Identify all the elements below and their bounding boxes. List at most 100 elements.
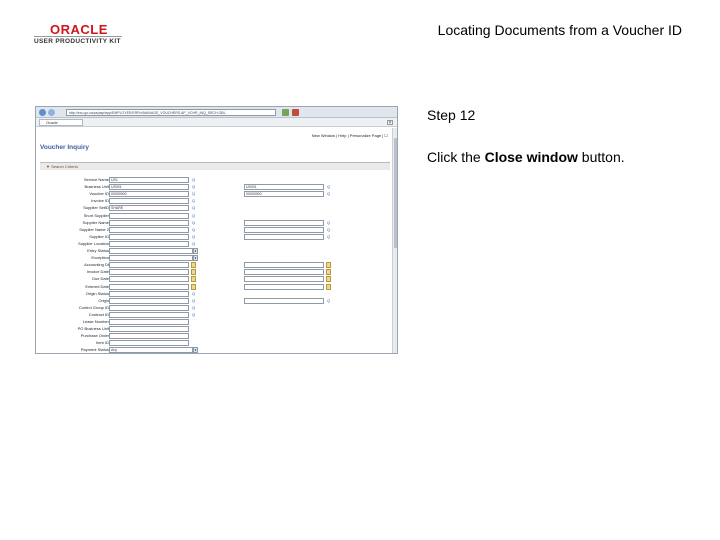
dropdown-arrow-icon[interactable]: ▾ bbox=[193, 255, 198, 262]
from-field[interactable] bbox=[109, 269, 189, 276]
lookup-icon[interactable]: Q bbox=[192, 220, 196, 226]
to-field[interactable]: 00000000 bbox=[244, 191, 324, 198]
lookup-icon[interactable]: Q bbox=[192, 191, 196, 197]
lookup-icon[interactable]: Q bbox=[192, 213, 196, 219]
field-label: Voucher ID bbox=[89, 191, 109, 197]
from-field[interactable] bbox=[109, 240, 189, 247]
from-field[interactable] bbox=[109, 326, 189, 333]
instruction-suffix: button. bbox=[577, 149, 625, 165]
to-field[interactable] bbox=[244, 262, 324, 269]
stop-icon[interactable] bbox=[292, 109, 299, 116]
lookup-icon[interactable]: Q bbox=[192, 291, 196, 297]
form-row: Control Group ID Q bbox=[36, 304, 392, 311]
calendar-icon[interactable] bbox=[191, 269, 196, 276]
lookup-icon[interactable]: Q bbox=[192, 241, 196, 247]
lookup-icon[interactable]: Q bbox=[192, 305, 196, 311]
lookup-icon[interactable]: Q bbox=[192, 234, 196, 240]
lookup-icon[interactable]: Q bbox=[192, 184, 196, 190]
form-row: Accounting Dt bbox=[36, 262, 392, 269]
from-field[interactable] bbox=[109, 219, 189, 226]
lookup-icon[interactable]: Q bbox=[327, 191, 331, 197]
form-row: Origin Status Q bbox=[36, 290, 392, 297]
to-field[interactable] bbox=[244, 219, 324, 226]
from-field[interactable] bbox=[109, 319, 189, 325]
calendar-icon[interactable] bbox=[326, 269, 331, 276]
lookup-icon[interactable]: Q bbox=[192, 177, 196, 183]
from-field[interactable]: 00000000 bbox=[109, 191, 189, 198]
from-field[interactable] bbox=[109, 212, 189, 219]
to-field[interactable] bbox=[244, 283, 324, 290]
from-field[interactable]: SHARE bbox=[109, 205, 189, 212]
calendar-icon[interactable] bbox=[191, 276, 196, 283]
calendar-icon[interactable] bbox=[326, 283, 331, 290]
step-label: Step 12 bbox=[427, 107, 476, 123]
from-field[interactable]: Any bbox=[109, 347, 193, 353]
vertical-scrollbar[interactable] bbox=[392, 128, 397, 353]
from-field[interactable] bbox=[109, 290, 189, 297]
slide-title: Locating Documents from a Voucher ID bbox=[437, 22, 682, 38]
form-row: Due Date bbox=[36, 276, 392, 283]
forward-icon[interactable] bbox=[48, 109, 55, 116]
tab-oracle[interactable]: Oracle bbox=[39, 119, 83, 126]
back-icon[interactable] bbox=[39, 109, 46, 116]
from-field[interactable]: US1 bbox=[109, 177, 189, 183]
lookup-icon[interactable]: Q bbox=[327, 220, 331, 226]
to-field[interactable] bbox=[244, 269, 324, 276]
from-field[interactable] bbox=[109, 333, 189, 340]
form-row: Voucher ID 00000000 Q 00000000 Q bbox=[36, 191, 392, 198]
oracle-upk-logo: ORACLE USER PRODUCTIVITY KIT bbox=[34, 22, 124, 48]
from-field[interactable] bbox=[109, 297, 189, 304]
lookup-icon[interactable]: Q bbox=[327, 234, 331, 240]
to-field[interactable] bbox=[244, 276, 324, 283]
from-field[interactable] bbox=[109, 304, 189, 311]
to-field[interactable] bbox=[244, 233, 324, 240]
search-criteria-header[interactable]: ▼ Search Criteria bbox=[40, 162, 390, 170]
field-label: Entered Date bbox=[85, 283, 109, 289]
from-field[interactable] bbox=[109, 262, 189, 269]
field-label: Accounting Dt bbox=[84, 262, 109, 268]
calendar-icon[interactable] bbox=[191, 283, 196, 290]
to-field[interactable] bbox=[244, 297, 324, 304]
lookup-icon[interactable]: Q bbox=[327, 298, 331, 304]
field-label: Origin bbox=[98, 297, 109, 303]
from-field[interactable] bbox=[109, 248, 193, 254]
lookup-icon[interactable]: Q bbox=[192, 298, 196, 304]
from-field[interactable] bbox=[109, 226, 189, 233]
instruction-bold: Close window bbox=[484, 149, 578, 165]
to-field[interactable] bbox=[244, 226, 324, 233]
page-title: Voucher Inquiry bbox=[40, 144, 89, 151]
form-row: Origin Q Q bbox=[36, 297, 392, 304]
from-field[interactable] bbox=[109, 340, 189, 347]
form-row: Entry Status ▾ bbox=[36, 248, 392, 254]
calendar-icon[interactable] bbox=[326, 262, 331, 269]
form-row: Business Unit US001 Q US001 Q bbox=[36, 184, 392, 191]
lookup-icon[interactable]: Q bbox=[192, 227, 196, 233]
lookup-icon[interactable]: Q bbox=[192, 198, 196, 204]
form-row: Short Supplier Q bbox=[36, 212, 392, 219]
scrollbar-thumb[interactable] bbox=[394, 138, 397, 248]
logo-subtitle: USER PRODUCTIVITY KIT bbox=[34, 38, 121, 45]
from-field[interactable] bbox=[109, 311, 189, 318]
dropdown-arrow-icon[interactable]: ▾ bbox=[193, 248, 198, 254]
from-field[interactable]: US001 bbox=[109, 184, 189, 191]
dropdown-arrow-icon[interactable]: ▾ bbox=[193, 347, 198, 353]
top-links[interactable]: New Window | Help | Personalize Page | ☐ bbox=[312, 133, 388, 138]
close-window-icon[interactable]: × bbox=[387, 120, 393, 126]
lookup-icon[interactable]: Q bbox=[327, 184, 331, 190]
lookup-icon[interactable]: Q bbox=[327, 227, 331, 233]
form-row: Invoice Date bbox=[36, 269, 392, 276]
lookup-icon[interactable]: Q bbox=[192, 205, 196, 211]
url-input[interactable]: http://ecu.go.ca/ps/psp/epp/EMPLOYEE/ERP… bbox=[66, 109, 276, 116]
calendar-icon[interactable] bbox=[191, 262, 196, 269]
from-field[interactable] bbox=[109, 233, 189, 240]
to-field[interactable]: US001 bbox=[244, 184, 324, 191]
calendar-icon[interactable] bbox=[326, 276, 331, 283]
from-field[interactable] bbox=[109, 276, 189, 283]
lookup-icon[interactable]: Q bbox=[192, 312, 196, 318]
from-field[interactable] bbox=[109, 198, 189, 205]
field-label: Short Supplier bbox=[83, 212, 109, 218]
from-field[interactable] bbox=[109, 255, 193, 262]
go-icon[interactable] bbox=[282, 109, 289, 116]
form-row: Supplier Name 2 Q Q bbox=[36, 226, 392, 233]
from-field[interactable] bbox=[109, 283, 189, 290]
